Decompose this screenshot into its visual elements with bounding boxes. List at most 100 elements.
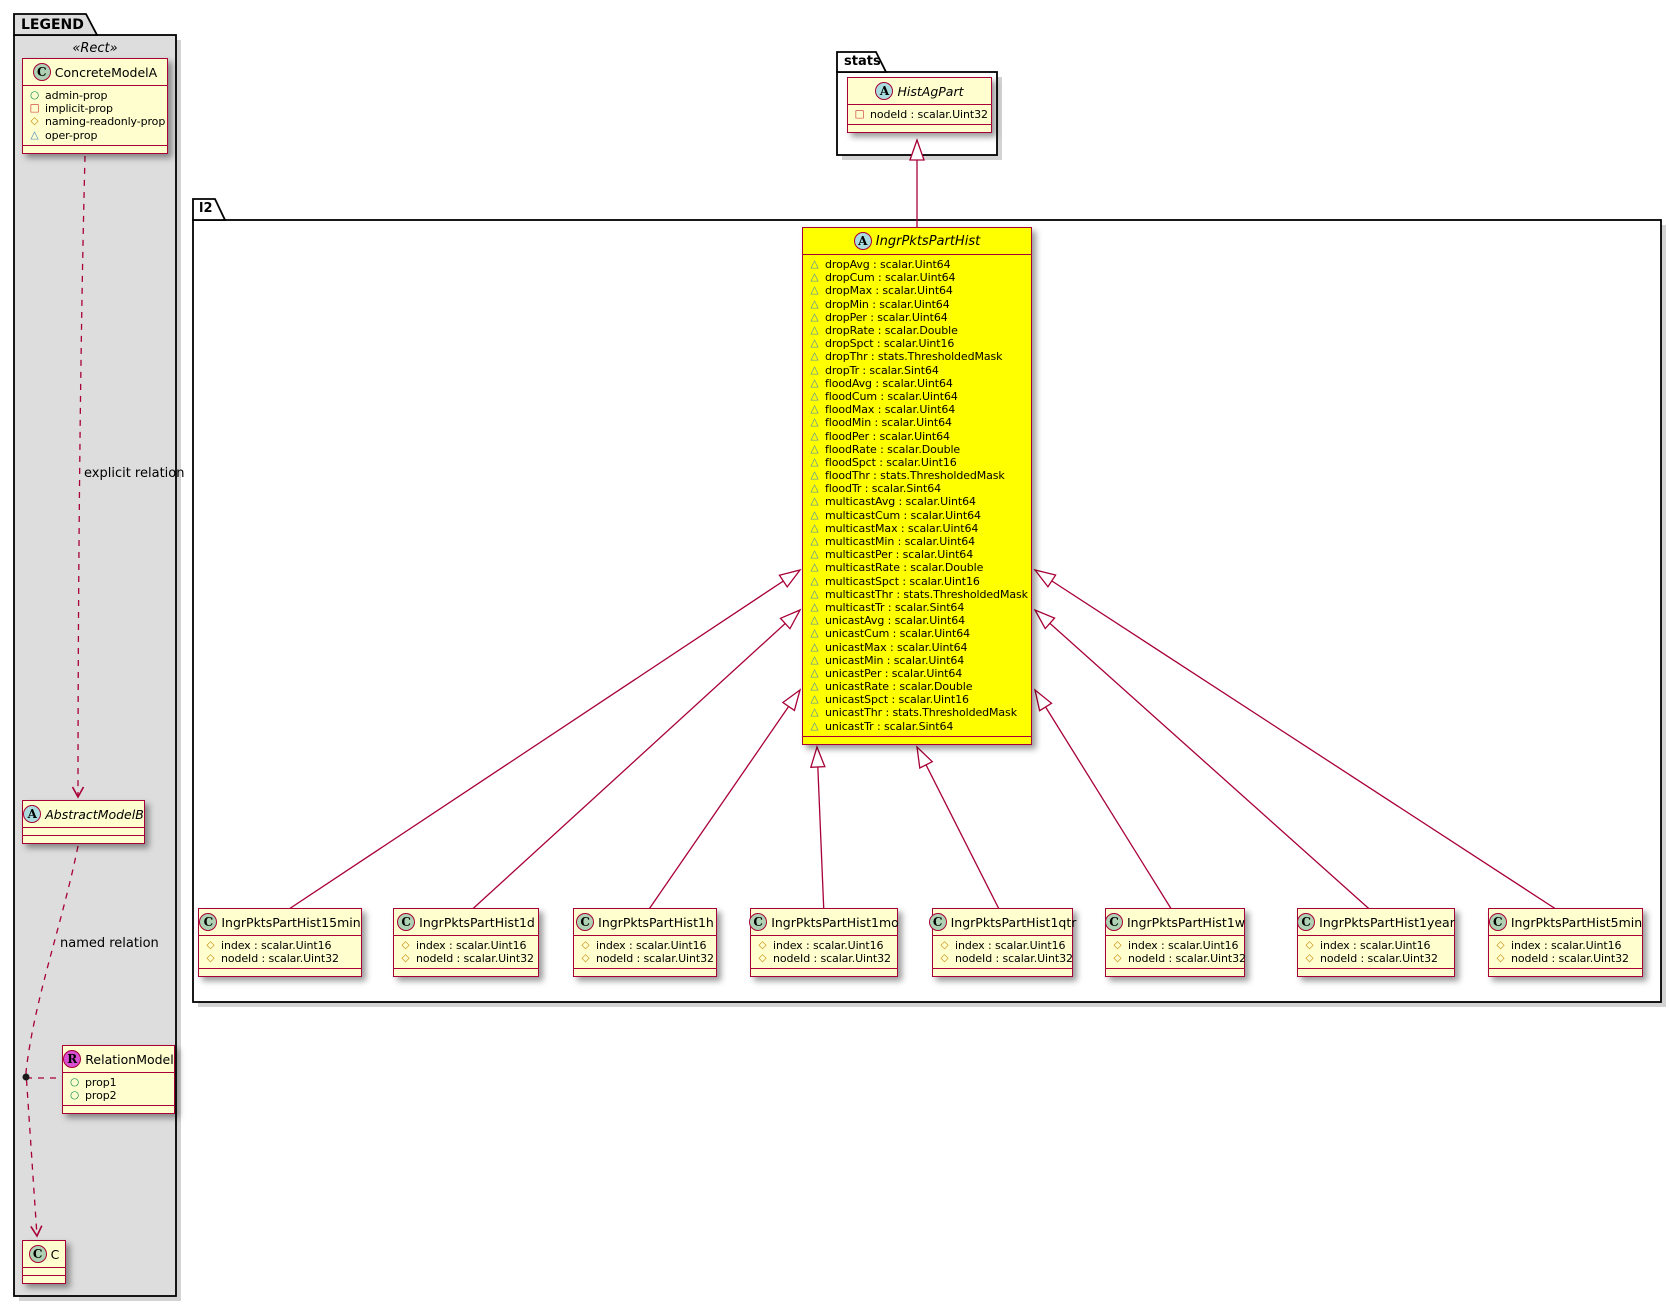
diamond-icon: [399, 939, 412, 952]
triangle-icon: [808, 706, 821, 719]
attribute-row: multicastMin : scalar.Uint64: [808, 535, 1026, 548]
class-header: C IngrPktsPartHist1year: [1297, 909, 1455, 935]
attribute-row: unicastRate : scalar.Double: [808, 680, 1026, 693]
attribute-row: nodeId : scalar.Uint32: [399, 952, 534, 965]
class-spot-icon: C: [1488, 913, 1507, 931]
diamond-icon: [28, 115, 41, 128]
class-spot-icon: C: [749, 913, 768, 931]
class-spot-icon: C: [1105, 913, 1123, 931]
triangle-icon: [808, 575, 821, 588]
class-name: IngrPktsPartHist: [875, 233, 981, 249]
triangle-icon: [808, 377, 821, 390]
attribute-row: unicastTr : scalar.Sint64: [808, 720, 1026, 733]
class-c: C C: [22, 1240, 66, 1284]
uml-class-diagram: { "colors": { "line_red": "#A80036", "cl…: [0, 0, 1669, 1308]
attribute-row: floodMax : scalar.Uint64: [808, 403, 1026, 416]
triangle-icon: [808, 311, 821, 324]
triangle-icon: [808, 456, 821, 469]
methods-compartment: [1489, 968, 1642, 976]
triangle-icon: [808, 680, 821, 693]
methods-compartment: [23, 144, 167, 153]
diamond-icon: [1111, 952, 1124, 965]
attribute-list: index : scalar.Uint16 nodeId : scalar.Ui…: [199, 935, 361, 968]
square-icon: [28, 102, 41, 115]
triangle-icon: [808, 535, 821, 548]
attribute-row: dropPer : scalar.Uint64: [808, 311, 1026, 324]
diamond-icon: [1303, 939, 1316, 952]
diamond-icon: [756, 939, 769, 952]
attributes-compartment: [23, 1267, 65, 1275]
diamond-icon: [579, 939, 592, 952]
class-ingrpktsparthist1mo: C IngrPktsPartHist1mo index : scalar.Uin…: [749, 908, 899, 978]
attribute-row: index : scalar.Uint16: [756, 939, 892, 952]
class-name: IngrPktsPartHist1d: [419, 914, 535, 930]
class-header: C IngrPktsPartHist15min: [199, 909, 361, 935]
triangle-icon: [808, 337, 821, 350]
attribute-row: index : scalar.Uint16: [1494, 939, 1637, 952]
triangle-icon: [808, 482, 821, 495]
attribute-row: nodeId : scalar.Uint32: [1494, 952, 1637, 965]
explicit-relation-label: explicit relation: [84, 466, 185, 481]
diamond-icon: [1303, 952, 1316, 965]
attribute-row: nodeId : scalar.Uint32: [1303, 952, 1449, 965]
attribute-row: multicastAvg : scalar.Uint64: [808, 495, 1026, 508]
class-relationmodel: R RelationModel prop1 prop2: [62, 1045, 175, 1115]
class-header: C ConcreteModelA: [23, 59, 167, 85]
methods-compartment: [1298, 968, 1454, 976]
attribute-row: unicastSpct : scalar.Uint16: [808, 693, 1026, 706]
triangle-icon: [808, 522, 821, 535]
diamond-icon: [204, 952, 217, 965]
class-abstractmodelb: A AbstractModelB: [22, 800, 145, 844]
methods-compartment: [751, 968, 897, 976]
class-spot-icon: C: [928, 913, 947, 931]
class-ingrpktsparthist1w: C IngrPktsPartHist1w index : scalar.Uint…: [1105, 908, 1246, 978]
triangle-icon: [808, 443, 821, 456]
attribute-row: nodeId : scalar.Uint32: [756, 952, 892, 965]
attribute-row: index : scalar.Uint16: [399, 939, 533, 952]
attribute-row: prop1: [68, 1076, 169, 1089]
diamond-icon: [579, 952, 592, 965]
attribute-row: floodPer : scalar.Uint64: [808, 429, 1026, 443]
class-name: AbstractModelB: [45, 806, 144, 822]
attribute-row: index : scalar.Uint16: [938, 939, 1067, 952]
association-dot: [22, 1073, 30, 1081]
class-header: A HistAgPart: [848, 78, 991, 104]
triangle-icon: [28, 129, 41, 142]
triangle-icon: [808, 271, 821, 284]
class-name: IngrPktsPartHist1qtr: [950, 914, 1077, 930]
class-header: C IngrPktsPartHist1w: [1105, 909, 1246, 935]
class-spot-icon: C: [32, 63, 51, 81]
attribute-list: nodeId : scalar.Uint32: [848, 104, 991, 124]
named-relation-label: named relation: [60, 936, 159, 951]
class-header: R RelationModel: [63, 1046, 174, 1072]
attribute-row: nodeId : scalar.Uint32: [579, 952, 714, 965]
diamond-icon: [1494, 952, 1507, 965]
attribute-row: index : scalar.Uint16: [579, 939, 711, 952]
class-header: C IngrPktsPartHist1d: [394, 909, 538, 935]
diamond-icon: [1494, 939, 1507, 952]
methods-compartment: [933, 968, 1072, 976]
attribute-list: index : scalar.Uint16 nodeId : scalar.Ui…: [394, 935, 538, 968]
attribute-row: dropCum : scalar.Uint64: [808, 271, 1026, 284]
attribute-list: admin-prop implicit-prop naming-readonly…: [23, 85, 167, 145]
class-name: IngrPktsPartHist1mo: [771, 914, 899, 930]
class-ingrpktsparthist1year: C IngrPktsPartHist1year index : scalar.U…: [1297, 908, 1455, 978]
attribute-row: floodAvg : scalar.Uint64: [808, 377, 1026, 390]
attribute-row: nodeId : scalar.Uint32: [853, 108, 988, 121]
attribute-row: index : scalar.Uint16: [204, 939, 356, 952]
methods-compartment: [848, 124, 991, 132]
attribute-row: unicastThr : stats.ThresholdedMask: [808, 706, 1026, 719]
attribute-row: floodMin : scalar.Uint64: [808, 416, 1026, 429]
attribute-row: oper-prop: [28, 129, 162, 142]
class-spot-icon: C: [1297, 913, 1316, 931]
class-name: IngrPktsPartHist1w: [1127, 914, 1246, 930]
class-header: A IngrPktsPartHist: [803, 228, 1031, 254]
attribute-list: index : scalar.Uint16 nodeId : scalar.Ui…: [1106, 935, 1246, 968]
attribute-row: floodRate : scalar.Double: [808, 443, 1026, 456]
class-header: C C: [23, 1241, 65, 1267]
class-header: C IngrPktsPartHist1mo: [749, 909, 899, 935]
diamond-icon: [399, 952, 412, 965]
attribute-row: floodSpct : scalar.Uint16: [808, 456, 1026, 469]
attribute-list: index : scalar.Uint16 nodeId : scalar.Ui…: [933, 935, 1073, 968]
attribute-row: nodeId : scalar.Uint32: [204, 952, 356, 965]
